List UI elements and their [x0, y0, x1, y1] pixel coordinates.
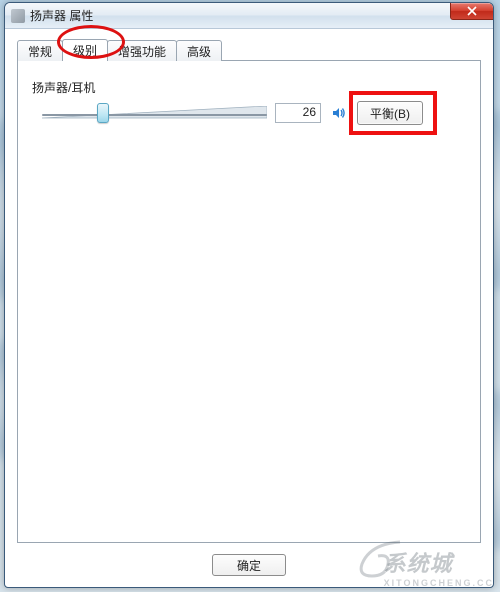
tab-page-levels: 扬声器/耳机 26 [17, 60, 481, 543]
slider-thumb[interactable] [97, 103, 109, 123]
volume-value[interactable]: 26 [275, 103, 321, 123]
tab-label: 级别 [73, 42, 97, 59]
tab-strip: 常规 级别 增强功能 高级 [17, 39, 481, 61]
tab-advanced[interactable]: 高级 [176, 40, 222, 61]
tab-enhancements[interactable]: 增强功能 [107, 40, 177, 61]
dialog-footer: 确定 [17, 543, 481, 587]
balance-button-label: 平衡(B) [370, 105, 410, 122]
device-group-label: 扬声器/耳机 [32, 79, 466, 96]
tab-label: 常规 [28, 43, 52, 60]
tab-levels[interactable]: 级别 [62, 39, 108, 61]
close-button[interactable] [450, 2, 494, 20]
level-row: 26 平衡(B) [32, 100, 466, 126]
window-title: 扬声器 属性 [30, 7, 93, 24]
volume-slider[interactable] [42, 100, 267, 126]
app-icon [11, 9, 25, 23]
balance-button[interactable]: 平衡(B) [357, 101, 423, 125]
tab-general[interactable]: 常规 [17, 40, 63, 61]
properties-window: 扬声器 属性 常规 级别 增强功能 高级 扬声器/耳机 [4, 2, 494, 588]
speaker-on-icon [331, 105, 347, 121]
tab-label: 高级 [187, 43, 211, 60]
close-icon [467, 6, 477, 16]
mute-toggle[interactable] [329, 103, 349, 123]
ok-button[interactable]: 确定 [212, 554, 286, 576]
titlebar[interactable]: 扬声器 属性 [5, 3, 493, 29]
client-area: 常规 级别 增强功能 高级 扬声器/耳机 [5, 29, 493, 587]
tab-label: 增强功能 [118, 43, 166, 60]
ok-button-label: 确定 [237, 557, 261, 574]
